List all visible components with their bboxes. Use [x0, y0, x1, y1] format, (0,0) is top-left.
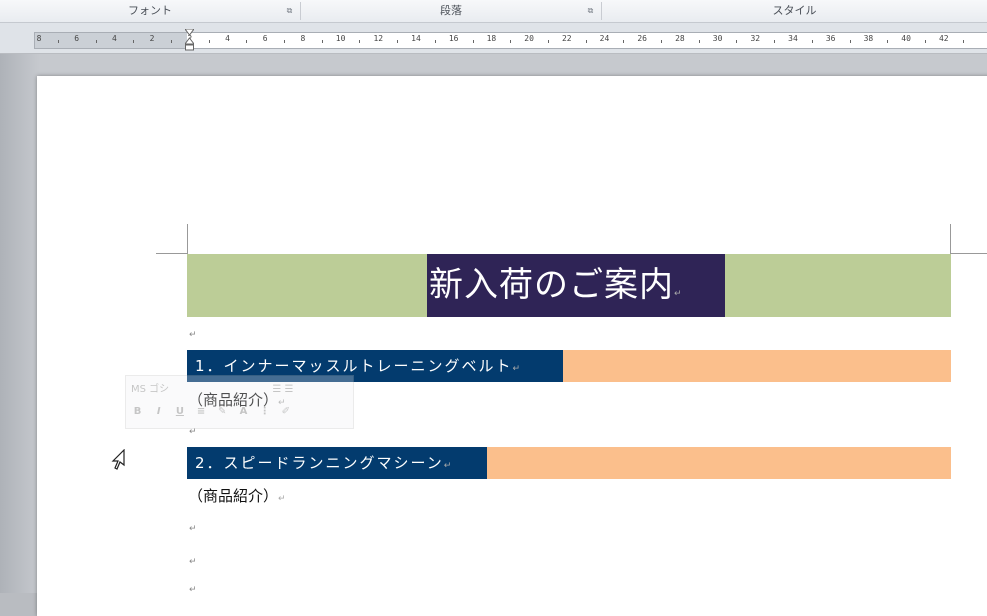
ruler-number: 24 — [599, 34, 610, 43]
ruler-number: 6 — [262, 34, 268, 43]
ruler-tick — [359, 40, 361, 43]
paragraph-mark: ↵ — [189, 524, 197, 534]
paragraph-dialog-launcher-icon[interactable]: ⧉ — [586, 6, 595, 15]
ruler-tick — [661, 40, 663, 43]
ruler-tick — [321, 40, 323, 43]
item-2-subtext-text: （商品紹介） — [188, 487, 279, 505]
ribbon-group-labels: フォント ⧉ 段落 ⧉ スタイル — [0, 0, 987, 23]
item-2-heading[interactable]: 2．スピードランニングマシーン↵ — [187, 447, 487, 479]
ribbon-group-font: フォント ⧉ — [0, 0, 300, 22]
document-page[interactable] — [37, 76, 987, 616]
ruler-number: 8 — [36, 34, 42, 43]
ruler-number: 2 — [149, 34, 155, 43]
mini-toolbar[interactable]: MS ゴシ ☰ ☰ B I U ≡ ✎ A ⋮ ✐ — [125, 375, 354, 429]
align-center-icon[interactable]: ≡ — [195, 406, 208, 417]
horizontal-ruler[interactable]: 8642246810121416182022242628303234363840… — [0, 23, 987, 53]
ruler-tick — [57, 40, 59, 43]
italic-button[interactable]: I — [152, 406, 165, 417]
ruler-number: 4 — [111, 34, 117, 43]
document-title[interactable]: 新入荷のご案内↵ — [427, 254, 725, 317]
ribbon-group-font-label: フォント — [128, 4, 172, 17]
crop-mark — [156, 253, 187, 254]
paragraph-mark: ↵ — [189, 557, 197, 567]
crop-mark — [951, 253, 987, 254]
ruler-number: 22 — [561, 34, 572, 43]
ruler-tick — [736, 40, 738, 43]
ruler-number: 42 — [938, 34, 949, 43]
ruler-number: 26 — [637, 34, 648, 43]
paragraph-mark: ↵ — [512, 364, 523, 374]
ruler-number: 30 — [712, 34, 723, 43]
indent-marker-icon[interactable] — [185, 29, 194, 51]
ruler-number: 10 — [335, 34, 346, 43]
ruler-tick — [246, 40, 248, 43]
bullets-icon[interactable]: ⋮ — [258, 406, 271, 417]
ruler-tick — [284, 40, 286, 43]
font-dialog-launcher-icon[interactable]: ⧉ — [285, 6, 294, 15]
ruler-tick — [887, 40, 889, 43]
ruler-number: 34 — [788, 34, 798, 43]
ruler-tick — [623, 40, 625, 43]
indent-icon[interactable]: ☰ ☰ — [272, 384, 293, 395]
crop-mark — [187, 224, 188, 254]
ruler-number: 20 — [524, 34, 534, 43]
ruler-tick — [208, 40, 210, 43]
ruler-tick — [133, 40, 135, 43]
highlight-icon[interactable]: ✎ — [216, 406, 229, 417]
ruler-number: 18 — [486, 34, 497, 43]
bold-button[interactable]: B — [131, 406, 144, 417]
font-color-icon[interactable]: A — [237, 406, 250, 417]
paragraph-mark: ↵ — [278, 494, 286, 504]
underline-button[interactable]: U — [173, 406, 186, 417]
ruler-tick — [547, 40, 549, 43]
ruler-number: 40 — [901, 34, 911, 43]
ribbon-group-paragraph-label: 段落 — [440, 4, 462, 17]
mouse-cursor-icon — [110, 448, 126, 476]
paragraph-mark: ↵ — [189, 330, 197, 340]
ruler-tick — [962, 40, 964, 43]
ruler-number: 14 — [411, 34, 421, 43]
ruler-track[interactable]: 8642246810121416182022242628303234363840… — [34, 32, 987, 49]
ruler-tick — [924, 40, 926, 43]
ruler-tick — [849, 40, 851, 43]
item-1-heading-text: 1．インナーマッスルトレーニングベルト — [195, 357, 513, 375]
ruler-number: 38 — [863, 34, 874, 43]
ruler-tick — [397, 40, 399, 43]
ruler-tick — [434, 40, 436, 43]
format-painter-icon[interactable]: ✐ — [279, 406, 292, 417]
ruler-tick — [95, 40, 97, 43]
ruler-number: 32 — [750, 34, 761, 43]
ribbon-group-style-label: スタイル — [772, 4, 817, 17]
item-2-heading-text: 2．スピードランニングマシーン — [195, 454, 444, 472]
ruler-number: 36 — [825, 34, 836, 43]
ruler-number: 16 — [448, 34, 459, 43]
paragraph-mark: ↵ — [443, 461, 454, 471]
ruler-tick — [585, 40, 587, 43]
ruler-number: 12 — [373, 34, 384, 43]
ruler-tick — [698, 40, 700, 43]
mini-toolbar-font-name[interactable]: MS ゴシ — [131, 384, 169, 395]
ruler-tick — [472, 40, 474, 43]
paragraph-mark: ↵ — [674, 289, 683, 299]
paragraph-mark: ↵ — [189, 585, 197, 595]
ruler-tick — [811, 40, 813, 43]
ribbon-group-style: スタイル — [602, 0, 987, 22]
ribbon-group-paragraph: 段落 ⧉ — [301, 0, 601, 22]
ruler-tick — [774, 40, 776, 43]
ruler-number: 6 — [74, 34, 80, 43]
ruler-number: 8 — [300, 34, 306, 43]
ruler-number: 4 — [225, 34, 230, 43]
ruler-number: 28 — [675, 34, 685, 43]
item-2-subtext[interactable]: （商品紹介）↵ — [188, 485, 286, 506]
document-title-text: 新入荷のご案内 — [429, 265, 674, 305]
ruler-tick — [510, 40, 512, 43]
crop-mark — [950, 224, 951, 254]
ruler-tick — [170, 40, 172, 43]
